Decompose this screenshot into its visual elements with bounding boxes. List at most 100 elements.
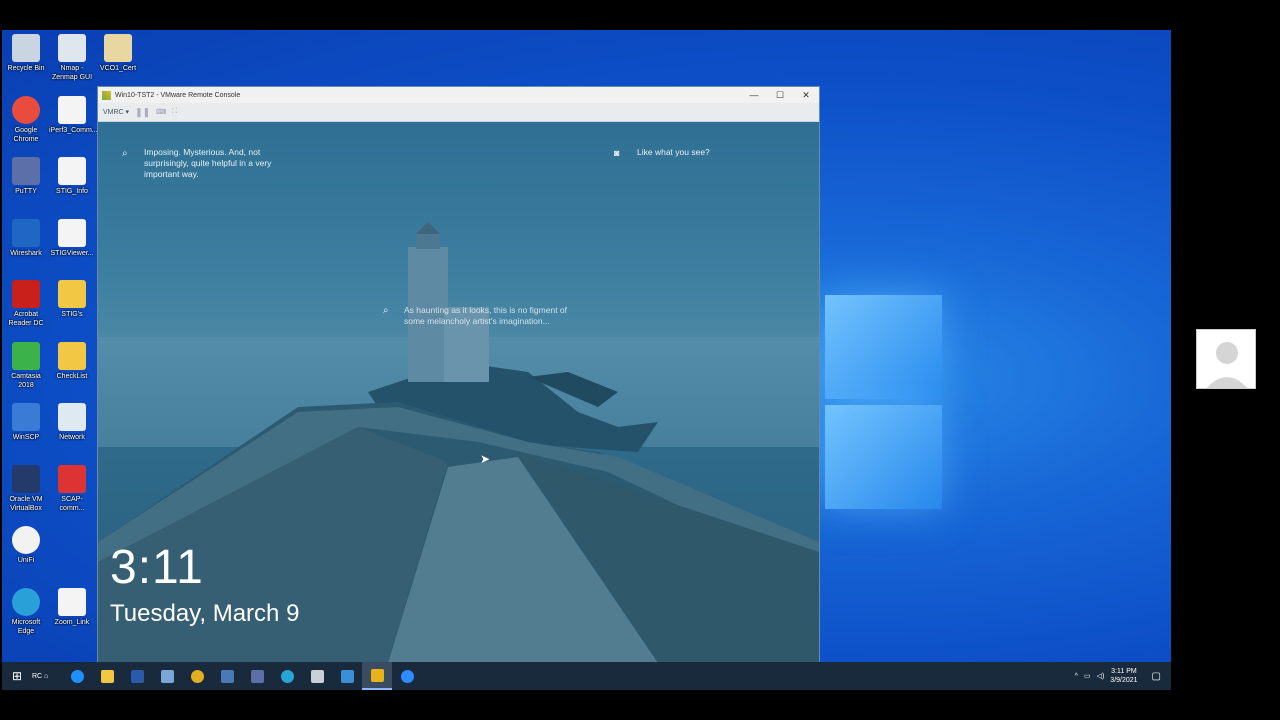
taskbar-app-button[interactable] [62, 662, 92, 690]
edge-icon [280, 669, 294, 683]
ie-icon [70, 669, 84, 683]
minimize-button[interactable]: — [741, 90, 767, 101]
desktop-icon-label: Recycle Bin [7, 65, 45, 72]
desktop-icon-label: Zoom_Link [54, 619, 90, 626]
desktop-icon[interactable]: VCO1_Cert [95, 34, 141, 73]
desktop-icon[interactable]: Zoom_Link [49, 588, 95, 627]
desktop-icon-label: UniFi [17, 557, 35, 564]
start-button[interactable]: ⊞ [2, 662, 32, 690]
desktop-icon-label: PuTTY [15, 188, 37, 195]
search-icon-2: ⌕ [383, 305, 389, 316]
vm-lockscreen[interactable]: ⌕ Imposing. Mysterious. And, not surpris… [98, 122, 819, 663]
taskbar-date: 3/9/2021 [1110, 677, 1138, 684]
vmrc-menu-button[interactable]: VMRC ▾ [103, 108, 129, 116]
certificate-icon [104, 34, 132, 62]
fullscreen-icon[interactable]: ⛶ [172, 108, 177, 116]
search-icon: ⌕ [122, 148, 128, 159]
zoom-icon [400, 669, 414, 683]
desktop-icon[interactable]: Network [49, 403, 95, 442]
acrobat-icon [12, 280, 40, 308]
vmrc-toolbar: VMRC ▾ ❚❚ ⌨ ⛶ [98, 103, 819, 122]
vmware-icon [102, 90, 111, 100]
desktop-icon[interactable]: UniFi [3, 526, 49, 565]
taskbar-clock[interactable]: 3:11 PM 3/9/2021 [1110, 667, 1137, 685]
desktop-icon-label: Microsoft Edge [11, 619, 41, 635]
vmrc-titlebar[interactable]: Win10-TST2 - VMware Remote Console — ☐ ✕ [98, 87, 819, 103]
taskbar-app-button[interactable] [122, 662, 152, 690]
taskbar-app-button[interactable] [242, 662, 272, 690]
taskbar-app-button[interactable] [332, 662, 362, 690]
taskbar-app-button[interactable] [182, 662, 212, 690]
desktop-icon[interactable]: iPerf3_Comm... [49, 96, 98, 135]
desktop-icon-label: iPerf3_Comm... [49, 127, 98, 134]
rc-label[interactable]: RC [32, 673, 42, 680]
winscp-icon [12, 403, 40, 431]
taskbar-app-button[interactable] [362, 662, 393, 690]
wireshark-icon [12, 219, 40, 247]
desktop-icon-label: Network [59, 434, 85, 441]
send-keys-icon[interactable]: ⌨ [156, 108, 166, 116]
taskbar-app-button[interactable] [272, 662, 302, 690]
network-tool-icon [160, 669, 174, 683]
video-participant-tile [1196, 329, 1256, 389]
desktop-icon-label: Wireshark [10, 250, 42, 257]
chevron-up-icon[interactable]: ^ [1075, 673, 1078, 680]
desktop-icon[interactable]: Microsoft Edge [3, 588, 49, 636]
desktop-icon-label: Google Chrome [13, 127, 39, 143]
file-icon [58, 588, 86, 616]
desktop-icon-label: CheckList [56, 373, 88, 380]
lockscreen-tip-3: As haunting as it looks, this is no figm… [404, 305, 568, 326]
desktop-icon[interactable]: SCAP-comm... [49, 465, 95, 513]
vmrc-title: Win10-TST2 - VMware Remote Console [115, 91, 241, 99]
desktop-icon-label: Camtasia 2018 [11, 373, 41, 389]
desktop-icon[interactable]: STIG's [49, 280, 95, 319]
desktop-icon-label: SCAP-comm... [59, 496, 85, 512]
network-status-icon[interactable]: ▭ [1084, 672, 1091, 680]
volume-icon[interactable]: ◁) [1097, 672, 1105, 680]
taskbar-app-button[interactable] [92, 662, 122, 690]
maximize-button[interactable]: ☐ [767, 90, 793, 101]
desktop-icon[interactable]: Wireshark [3, 219, 49, 258]
scripts-icon [310, 669, 324, 683]
pause-icon[interactable]: ❚❚ [135, 107, 150, 118]
remote-desktop-icon [220, 669, 234, 683]
desktop-icon-label: Acrobat Reader DC [8, 311, 44, 327]
lockscreen-tip-1: Imposing. Mysterious. And, not surprisin… [144, 147, 272, 179]
desktop-icon[interactable]: WinSCP [3, 403, 49, 442]
desktop-icon-label: VCO1_Cert [99, 65, 137, 72]
taskbar: ⊞ RC ⌂ ^ ▭ ◁) 3:11 PM 3/9/2021 ▢ [2, 662, 1171, 690]
taskbar-app-button[interactable] [392, 662, 422, 690]
camera-icon[interactable]: ◙ [614, 148, 619, 158]
desktop-icon[interactable]: PuTTY [3, 157, 49, 196]
chrome-icon [190, 669, 204, 683]
keyboard-icon[interactable]: ⌂ [44, 673, 48, 680]
lockscreen-date: Tuesday, March 9 [110, 600, 300, 627]
powershell-icon [130, 669, 144, 683]
lockscreen-tip-2[interactable]: Like what you see? [637, 147, 710, 158]
taskbar-app-button[interactable] [302, 662, 332, 690]
putty-icon [250, 669, 264, 683]
desktop-icon[interactable]: Recycle Bin [3, 34, 49, 73]
desktop-icon[interactable]: STIGViewer... [49, 219, 95, 258]
desktop-icon[interactable]: Google Chrome [3, 96, 49, 144]
taskbar-app-button[interactable] [212, 662, 242, 690]
taskbar-app-button[interactable] [152, 662, 182, 690]
desktop-icon-label: Oracle VM VirtualBox [9, 496, 43, 512]
desktop-icon[interactable]: Oracle VM VirtualBox [3, 465, 49, 513]
notification-icon[interactable]: ▢ [1152, 671, 1161, 682]
lockscreen-time: 3:11 [110, 541, 204, 594]
desktop-icon[interactable]: STIG_Info [49, 157, 95, 196]
unifi-icon [12, 526, 40, 554]
desktop-icon[interactable]: Nmap - Zenmap GUI [49, 34, 95, 82]
desktop-icon-label: STIGViewer... [50, 250, 94, 257]
close-button[interactable]: ✕ [793, 90, 819, 101]
vmrc-window[interactable]: Win10-TST2 - VMware Remote Console — ☐ ✕… [97, 86, 820, 664]
desktop-icon-label: Nmap - Zenmap GUI [51, 65, 93, 81]
desktop-icon[interactable]: CheckList [49, 342, 95, 381]
nmap-icon [58, 34, 86, 62]
desktop-icon[interactable]: Camtasia 2018 [3, 342, 49, 390]
desktop-icon[interactable]: Acrobat Reader DC [3, 280, 49, 328]
folder-icon [58, 280, 86, 308]
chrome-icon [12, 96, 40, 124]
avatar-placeholder-icon [1206, 342, 1248, 388]
